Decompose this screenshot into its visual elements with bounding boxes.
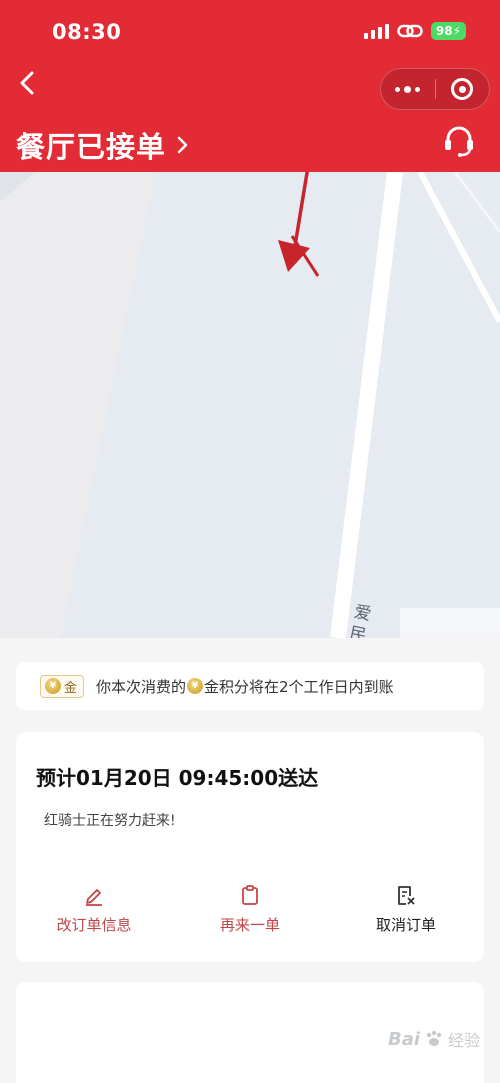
mini-program-capsule (380, 68, 490, 110)
order-actions: 改订单信息 再来一单 取消订单 (16, 884, 484, 935)
cancel-order-icon (398, 886, 415, 905)
coin-icon: ¥ (45, 678, 61, 694)
road-thin (453, 172, 500, 233)
signal-icon (363, 23, 389, 39)
back-button[interactable] (12, 66, 42, 100)
estimated-delivery-time: 预计01月20日 09:45:00送达 (36, 766, 319, 790)
charging-icon: ⚡ (452, 24, 461, 38)
coin-icon: ¥ (187, 678, 204, 694)
delivery-card: 预计01月20日 09:45:00送达 红骑士正在努力赶来! 改订单信息 再来一… (16, 732, 484, 962)
reorder-label: 再来一单 (219, 916, 280, 934)
order-status-link[interactable]: 餐厅已接单 (16, 124, 188, 166)
back-arrow-icon (20, 71, 34, 95)
cancel-order-button[interactable]: 取消订单 (328, 884, 484, 935)
more-dots-icon (395, 85, 421, 93)
map-block (0, 172, 155, 638)
reorder-button[interactable]: 再来一单 (172, 884, 328, 935)
battery-level: 98 (435, 24, 453, 38)
target-icon (451, 78, 474, 100)
map-patch (400, 608, 500, 638)
status-icons: 98⚡ (363, 22, 466, 40)
header: 08:30 98⚡ 餐厅已接单 (0, 0, 500, 172)
points-text-after: 金积分将在2个工作日内到账 (204, 677, 394, 696)
clipboard-icon (242, 885, 258, 905)
edit-icon (86, 889, 102, 906)
red-arrow-icon (278, 172, 310, 272)
customer-service-icon[interactable] (442, 124, 476, 158)
modify-order-label: 改订单信息 (56, 916, 132, 934)
gold-badge: ¥ 金 (40, 674, 85, 698)
map-canvas (0, 172, 500, 638)
points-text-before: 你本次消费的 (96, 677, 187, 696)
road-aimin (330, 172, 403, 638)
order-status-title: 餐厅已接单 (16, 130, 167, 164)
points-banner: ¥ 金 你本次消费的 ¥ 金积分将在2个工作日内到账 (16, 662, 484, 710)
close-mini-program-button[interactable] (436, 69, 490, 109)
baidu-watermark: Bai 经验 (388, 1027, 480, 1051)
gold-badge-label: 金 (64, 680, 78, 696)
delivery-map[interactable]: 爱民路 (0, 172, 500, 638)
paw-icon (426, 1030, 442, 1046)
cancel-order-label: 取消订单 (375, 916, 436, 934)
battery-indicator: 98⚡ (430, 22, 466, 40)
link-icon (397, 24, 423, 38)
modify-order-button[interactable]: 改订单信息 (16, 884, 172, 935)
chevron-right-icon (177, 136, 188, 154)
more-button[interactable] (381, 69, 435, 109)
watermark-sub: 经验 (448, 1031, 481, 1050)
watermark-brand: Bai (388, 1028, 421, 1050)
road-side (417, 172, 500, 324)
status-time: 08:30 (52, 20, 122, 44)
rider-status: 红骑士正在努力赶来! (44, 813, 176, 829)
points-message: 你本次消费的 ¥ 金积分将在2个工作日内到账 (96, 676, 394, 697)
